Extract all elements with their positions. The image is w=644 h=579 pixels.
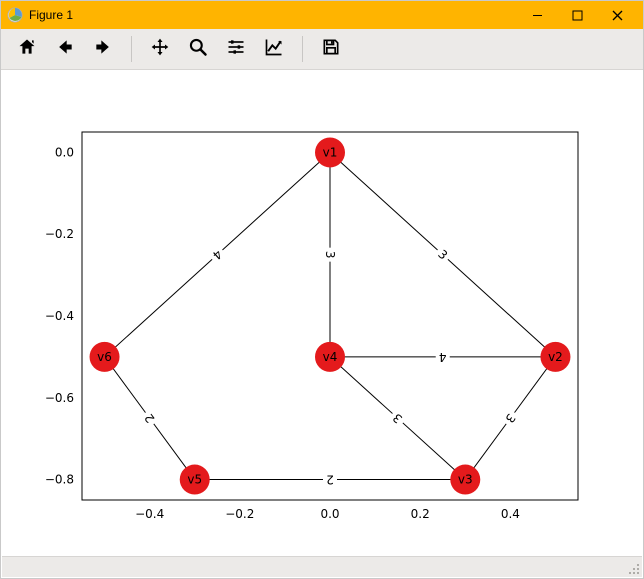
save-icon (321, 37, 341, 62)
x-tick-label: 0.4 (501, 507, 520, 521)
x-tick-label: 0.2 (411, 507, 430, 521)
edge-weight-label: 4 (439, 350, 447, 364)
toolbar (1, 29, 643, 70)
axes-button[interactable] (256, 33, 292, 65)
graph-node-label: v4 (323, 350, 338, 364)
edge-weight-label: 3 (323, 251, 337, 259)
y-tick-label: −0.8 (45, 473, 74, 487)
home-icon (17, 37, 37, 62)
save-button[interactable] (313, 33, 349, 65)
statusbar (2, 556, 642, 577)
arrow-left-icon (55, 37, 75, 62)
graph-node-label: v1 (323, 145, 338, 159)
zoom-button[interactable] (180, 33, 216, 65)
subplots-button[interactable] (218, 33, 254, 65)
edge-weight-label: 2 (326, 473, 334, 487)
forward-button[interactable] (85, 33, 121, 65)
back-button[interactable] (47, 33, 83, 65)
minimize-button[interactable] (517, 1, 557, 29)
move-icon (150, 37, 170, 62)
y-tick-label: −0.6 (45, 391, 74, 405)
x-tick-label: −0.2 (225, 507, 254, 521)
toolbar-separator (302, 36, 303, 62)
app-window: Figure 1 (0, 0, 644, 579)
app-icon (7, 7, 23, 23)
y-tick-label: 0.0 (55, 145, 74, 159)
graph-node-label: v3 (458, 473, 473, 487)
resize-grip-icon[interactable] (626, 561, 640, 575)
maximize-button[interactable] (557, 1, 597, 29)
pan-button[interactable] (142, 33, 178, 65)
y-tick-label: −0.4 (45, 309, 74, 323)
graph-node-label: v2 (548, 350, 563, 364)
arrow-right-icon (93, 37, 113, 62)
chart-line-icon (264, 37, 284, 62)
home-button[interactable] (9, 33, 45, 65)
toolbar-separator (131, 36, 132, 62)
titlebar: Figure 1 (1, 1, 643, 29)
window-title: Figure 1 (29, 8, 73, 22)
x-tick-label: 0.0 (320, 507, 339, 521)
graph-node-label: v5 (187, 473, 202, 487)
sliders-icon (226, 37, 246, 62)
search-icon (188, 37, 208, 62)
close-button[interactable] (597, 1, 637, 29)
graph-node-label: v6 (97, 350, 112, 364)
figure-canvas[interactable]: −0.4−0.20.00.20.40.0−0.2−0.4−0.6−0.83343… (2, 70, 642, 556)
y-tick-label: −0.2 (45, 227, 74, 241)
x-tick-label: −0.4 (135, 507, 164, 521)
